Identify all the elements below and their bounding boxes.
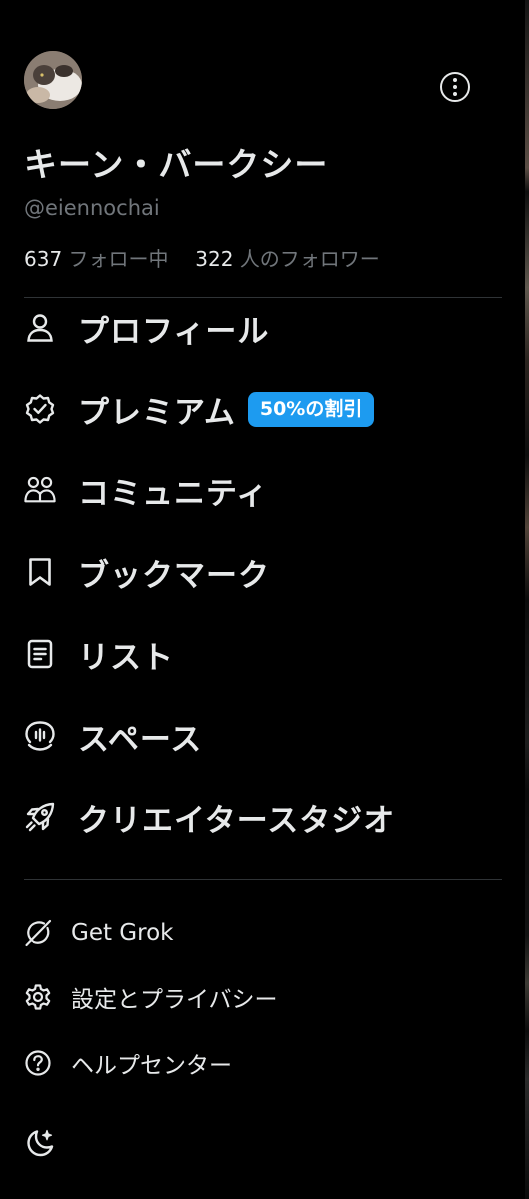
menu-item-bookmarks[interactable]: ブックマーク (24, 547, 270, 597)
list-icon (24, 638, 56, 670)
menu-item-label: プロフィール (78, 313, 270, 350)
discount-badge[interactable]: 50%の割引 (247, 391, 375, 427)
menu-item-communities[interactable]: コミュニティ (24, 465, 268, 515)
avatar[interactable] (24, 51, 82, 109)
menu-item-spaces[interactable]: スペース (24, 711, 202, 761)
following-count: 637 (24, 247, 63, 271)
followers-label: 人のフォロワー (239, 247, 380, 271)
bookmark-icon (24, 556, 56, 588)
menu-item-label: 設定とプライバシー (71, 987, 278, 1013)
menu-item-lists[interactable]: リスト (24, 629, 174, 679)
verified-badge-icon (24, 393, 56, 425)
menu-item-label: スペース (78, 721, 203, 758)
menu-item-label: Get Grok (71, 920, 174, 946)
menu-item-settings-privacy[interactable]: 設定とプライバシー (24, 977, 278, 1017)
menu-item-label: コミュニティ (78, 475, 269, 512)
underlying-timeline-peek[interactable] (525, 0, 529, 1199)
display-theme-button[interactable] (24, 1127, 56, 1159)
menu-item-profile[interactable]: プロフィール (24, 303, 269, 353)
more-dot-icon (453, 85, 457, 89)
display-name[interactable]: キーン・バークシー (24, 138, 328, 186)
more-dot-icon (453, 78, 457, 82)
divider (24, 879, 502, 880)
more-dot-icon (453, 92, 457, 96)
user-handle: @eiennochai (24, 196, 160, 220)
divider (24, 297, 502, 298)
menu-item-label: リスト (78, 639, 174, 676)
rocket-icon (24, 801, 56, 833)
app-screen: キーン・バークシー @eiennochai 637 フォロー中 322 人のフォ… (0, 0, 529, 1199)
menu-item-label: ヘルプセンター (71, 1053, 232, 1079)
avatar-image (24, 51, 82, 109)
menu-item-get-grok[interactable]: Get Grok (24, 913, 173, 953)
following-label: フォロー中 (68, 247, 169, 271)
moon-sparkle-icon (27, 1129, 54, 1157)
gear-icon (24, 983, 52, 1011)
follow-stats: 637 フォロー中 322 人のフォロワー (24, 243, 380, 272)
menu-item-label: クリエイタースタジオ (78, 802, 396, 839)
more-options-button[interactable] (440, 72, 470, 102)
person-icon (24, 312, 56, 344)
help-icon (24, 1049, 52, 1077)
menu-item-premium[interactable]: プレミアム 50%の割引 (24, 384, 375, 434)
side-drawer: キーン・バークシー @eiennochai 637 フォロー中 322 人のフォ… (0, 0, 525, 1199)
grok-icon (24, 919, 52, 947)
communities-icon (24, 474, 56, 506)
menu-item-help-center[interactable]: ヘルプセンター (24, 1043, 232, 1083)
menu-item-creator-studio[interactable]: クリエイタースタジオ (24, 792, 395, 842)
spaces-icon (24, 720, 56, 752)
followers-count: 322 (195, 247, 234, 271)
followers-link[interactable]: 322 人のフォロワー (195, 247, 380, 271)
menu-item-label: ブックマーク (78, 557, 270, 594)
menu-item-label: プレミアム (78, 394, 236, 431)
following-link[interactable]: 637 フォロー中 (24, 247, 175, 271)
